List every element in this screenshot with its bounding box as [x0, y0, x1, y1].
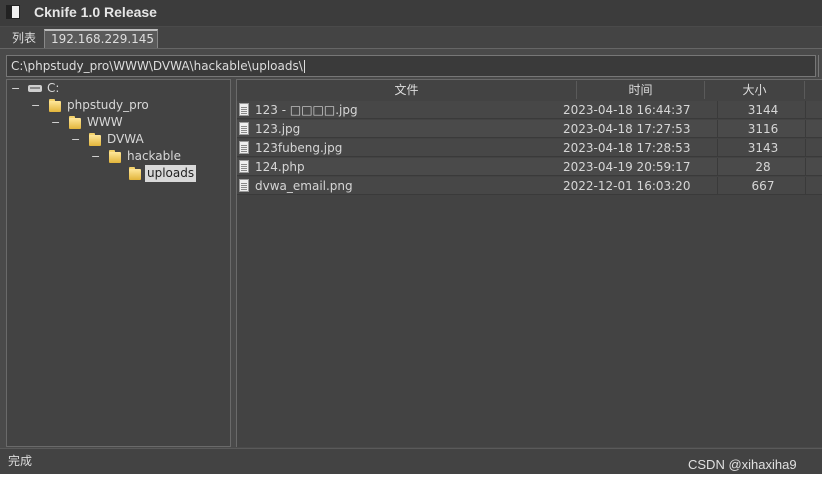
tree-item-drive-c[interactable]: − C:	[7, 80, 227, 97]
tab-list[interactable]: 列表	[6, 29, 42, 48]
column-divider	[717, 158, 718, 176]
file-time: 2023-04-18 17:28:53	[563, 141, 691, 155]
folder-icon	[69, 116, 81, 129]
tree-item-label: phpstudy_pro	[67, 98, 149, 112]
column-divider	[717, 139, 718, 157]
column-divider	[717, 177, 718, 195]
column-divider	[805, 158, 806, 176]
path-side-button[interactable]	[818, 55, 822, 77]
file-icon	[239, 141, 249, 154]
tree-item-dvwa[interactable]: − DVWA	[7, 131, 227, 148]
column-header-time[interactable]: 时间	[577, 81, 705, 99]
file-row[interactable]: dvwa_email.png 2022-12-01 16:03:20 667	[237, 177, 822, 195]
file-size: 3143	[747, 141, 779, 155]
column-header-name[interactable]: 文件	[237, 81, 577, 99]
file-time: 2023-04-18 17:27:53	[563, 122, 691, 136]
file-row[interactable]: 123 - □□□□.jpg 2023-04-18 16:44:37 3144	[237, 101, 822, 119]
tree-item-label: DVWA	[107, 132, 144, 146]
file-size: 667	[751, 179, 775, 193]
window-title: Cknife 1.0 Release	[34, 4, 157, 20]
tab-bar: 列表 192.168.229.145	[0, 27, 822, 49]
file-name: 123.jpg	[255, 122, 301, 136]
tree-item-www[interactable]: − WWW	[7, 114, 227, 131]
file-list[interactable]: 文件 时间 大小 123 - □□□□.jpg 2023-04-18 16:44…	[236, 79, 822, 447]
file-time: 2022-12-01 16:03:20	[563, 179, 691, 193]
drive-icon	[28, 85, 42, 92]
file-name: 124.php	[255, 160, 305, 174]
collapse-toggle[interactable]: −	[31, 97, 40, 114]
tree-item-phpstudy-pro[interactable]: − phpstudy_pro	[7, 97, 227, 114]
file-row[interactable]: 123fubeng.jpg 2023-04-18 17:28:53 3143	[237, 139, 822, 157]
file-size: 3116	[747, 122, 779, 136]
directory-tree[interactable]: − C: − phpstudy_pro − WWW − DVWA − hacka…	[6, 79, 231, 447]
file-size: 28	[755, 160, 771, 174]
tree-item-hackable[interactable]: − hackable	[7, 148, 227, 165]
column-divider	[805, 101, 806, 119]
column-divider	[805, 139, 806, 157]
column-divider	[717, 101, 718, 119]
file-time: 2023-04-18 16:44:37	[563, 103, 691, 117]
column-divider	[805, 177, 806, 195]
column-divider	[805, 120, 806, 138]
file-time: 2023-04-19 20:59:17	[563, 160, 691, 174]
title-bar: Cknife 1.0 Release	[0, 0, 822, 26]
path-value: C:\phpstudy_pro\WWW\DVWA\hackable\upload…	[11, 59, 303, 73]
page-bottom-strip	[0, 474, 822, 480]
collapse-toggle[interactable]: −	[71, 131, 80, 148]
file-icon	[239, 179, 249, 192]
file-icon	[239, 103, 249, 116]
file-icon	[239, 122, 249, 135]
folder-icon	[89, 133, 101, 146]
watermark: CSDN @xihaxiha9	[688, 457, 797, 472]
file-name: 123 - □□□□.jpg	[255, 103, 358, 117]
file-icon	[239, 160, 249, 173]
collapse-toggle[interactable]: −	[11, 80, 20, 97]
tree-item-label: C:	[47, 81, 60, 95]
tree-item-label: hackable	[127, 149, 181, 163]
tab-host[interactable]: 192.168.229.145	[44, 29, 158, 48]
folder-icon	[109, 150, 121, 163]
folder-icon	[49, 99, 61, 112]
column-header-size[interactable]: 大小	[705, 81, 805, 99]
text-caret	[303, 60, 305, 73]
collapse-toggle[interactable]: −	[51, 114, 60, 131]
path-input[interactable]: C:\phpstudy_pro\WWW\DVWA\hackable\upload…	[6, 55, 816, 77]
file-row[interactable]: 123.jpg 2023-04-18 17:27:53 3116	[237, 120, 822, 138]
collapse-toggle[interactable]: −	[91, 148, 100, 165]
tree-item-label-selected: uploads	[145, 165, 197, 182]
file-name: 123fubeng.jpg	[255, 141, 343, 155]
file-row[interactable]: 124.php 2023-04-19 20:59:17 28	[237, 158, 822, 176]
app-icon	[6, 5, 20, 19]
column-divider	[717, 120, 718, 138]
status-text: 完成	[8, 454, 33, 468]
file-name: dvwa_email.png	[255, 179, 353, 193]
folder-icon	[129, 167, 141, 180]
file-size: 3144	[747, 103, 779, 117]
tree-item-label: WWW	[87, 115, 123, 129]
tree-item-uploads[interactable]: uploads	[7, 165, 227, 182]
